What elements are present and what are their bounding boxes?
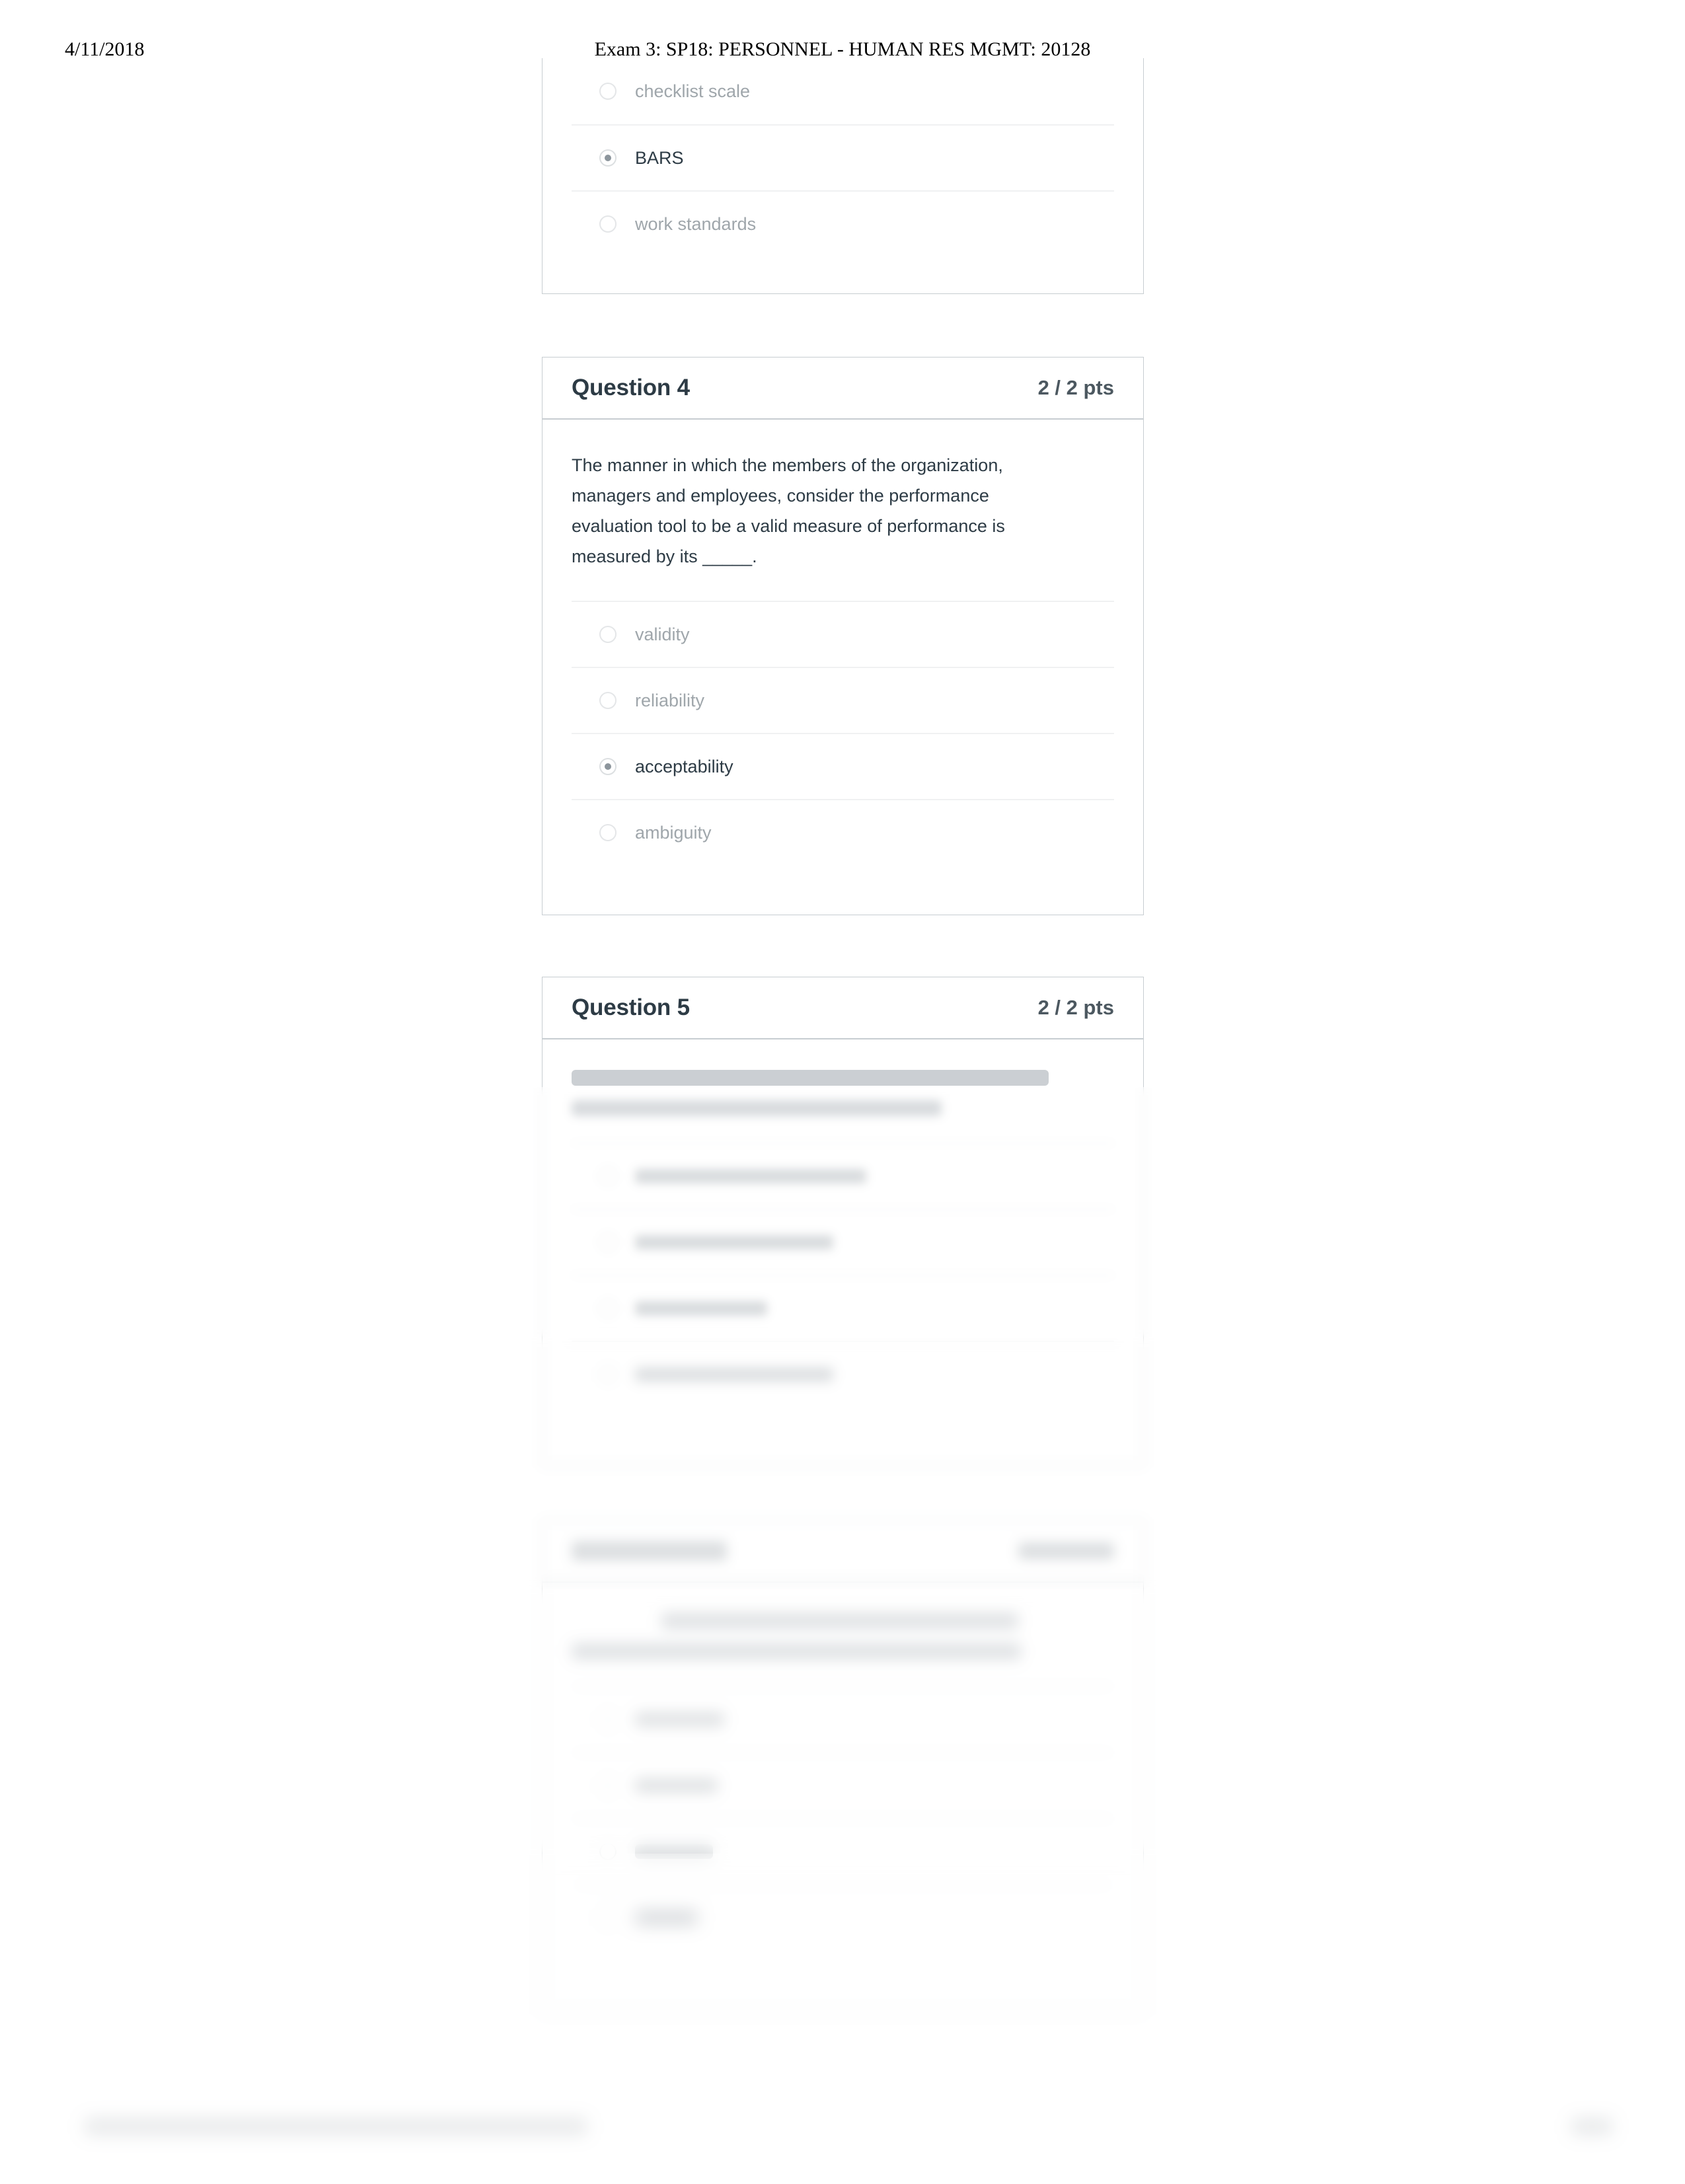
- radio-unselected-icon[interactable]: [599, 1777, 617, 1794]
- radio-unselected-icon[interactable]: [599, 1366, 617, 1383]
- print-title: Exam 3: SP18: PERSONNEL - HUMAN RES MGMT…: [594, 38, 1091, 60]
- answer-label: work standards: [635, 213, 757, 234]
- answer-option[interactable]: [572, 1341, 1114, 1407]
- print-footer: [0, 2118, 1685, 2158]
- radio-unselected-icon[interactable]: [599, 1843, 617, 1860]
- question-body: The manner in which the members of the o…: [543, 420, 1143, 885]
- radio-selected-icon[interactable]: [599, 149, 617, 167]
- answer-label: [635, 1301, 767, 1316]
- radio-unselected-icon[interactable]: [599, 824, 617, 841]
- question-points: 2 / 2 pts: [1037, 376, 1114, 399]
- question-text: [572, 1613, 1114, 1659]
- answer-option[interactable]: [572, 1818, 1114, 1884]
- question-card-q3-partial: checklist scale BARS work standards: [542, 58, 1144, 294]
- radio-unselected-icon[interactable]: [599, 626, 617, 643]
- question-header: Question 4 2 / 2 pts: [543, 358, 1143, 420]
- answer-list: checklist scale BARS work standards: [572, 58, 1114, 256]
- question-body: checklist scale BARS work standards: [543, 58, 1143, 256]
- answer-option[interactable]: [572, 1143, 1114, 1209]
- radio-unselected-icon[interactable]: [599, 1711, 617, 1728]
- answer-label: validity: [635, 624, 690, 644]
- radio-unselected-icon[interactable]: [599, 692, 617, 709]
- question-text: The manner in which the members of the o…: [572, 455, 1005, 566]
- answer-option[interactable]: [572, 1752, 1114, 1818]
- answer-option[interactable]: checklist scale: [572, 58, 1114, 124]
- answer-list: [572, 1686, 1114, 1950]
- answer-label: BARS: [635, 147, 684, 168]
- answer-label: [635, 1844, 713, 1859]
- answer-label: [635, 1778, 718, 1793]
- footer-page-number: [1571, 2118, 1612, 2135]
- question-title: Question 4: [572, 375, 690, 400]
- answer-label: [635, 1910, 698, 1925]
- question-card-q5: Question 5 2 / 2 pts: [542, 977, 1144, 1466]
- answer-list: validity reliability acceptability ambig…: [572, 601, 1114, 865]
- answer-label: [635, 1712, 724, 1727]
- page-content: 4/11/2018 Exam 3: SP18: PERSONNEL - HUMA…: [0, 0, 1685, 2184]
- answer-option[interactable]: work standards: [572, 190, 1114, 256]
- answer-option[interactable]: [572, 1275, 1114, 1341]
- question-header: [543, 1521, 1143, 1583]
- radio-selected-icon[interactable]: [599, 1909, 617, 1926]
- answer-option[interactable]: acceptability: [572, 733, 1114, 799]
- radio-selected-icon[interactable]: [599, 1168, 617, 1185]
- footer-url: [85, 2118, 587, 2135]
- question-body: [543, 1039, 1143, 1427]
- radio-selected-icon[interactable]: [599, 758, 617, 775]
- answer-option[interactable]: [572, 1209, 1114, 1275]
- radio-unselected-icon[interactable]: [599, 215, 617, 233]
- answer-label: [635, 1367, 833, 1382]
- answer-label: acceptability: [635, 756, 733, 776]
- answer-option[interactable]: BARS: [572, 124, 1114, 190]
- question-body: [543, 1583, 1143, 1970]
- question-title: [572, 1541, 727, 1561]
- answer-label: reliability: [635, 690, 705, 710]
- radio-unselected-icon[interactable]: [599, 83, 617, 100]
- answer-option[interactable]: ambiguity: [572, 799, 1114, 865]
- answer-label: ambiguity: [635, 822, 712, 843]
- question-header: Question 5 2 / 2 pts: [543, 977, 1143, 1039]
- question-card-q6: [542, 1520, 1144, 2012]
- answer-label: checklist scale: [635, 81, 751, 101]
- radio-unselected-icon[interactable]: [599, 1234, 617, 1251]
- answer-list: [572, 1143, 1114, 1407]
- question-points: 2 / 2 pts: [1037, 996, 1114, 1019]
- question-title: Question 5: [572, 995, 690, 1020]
- question-card-q4: Question 4 2 / 2 pts The manner in which…: [542, 357, 1144, 915]
- question-text: [572, 1070, 1114, 1116]
- question-points: [1018, 1542, 1114, 1560]
- answer-label: [635, 1235, 833, 1250]
- answer-option[interactable]: reliability: [572, 667, 1114, 733]
- answer-option[interactable]: validity: [572, 601, 1114, 667]
- answer-option[interactable]: [572, 1884, 1114, 1950]
- answer-label: [635, 1169, 866, 1184]
- answer-option[interactable]: [572, 1686, 1114, 1752]
- radio-unselected-icon[interactable]: [599, 1300, 617, 1317]
